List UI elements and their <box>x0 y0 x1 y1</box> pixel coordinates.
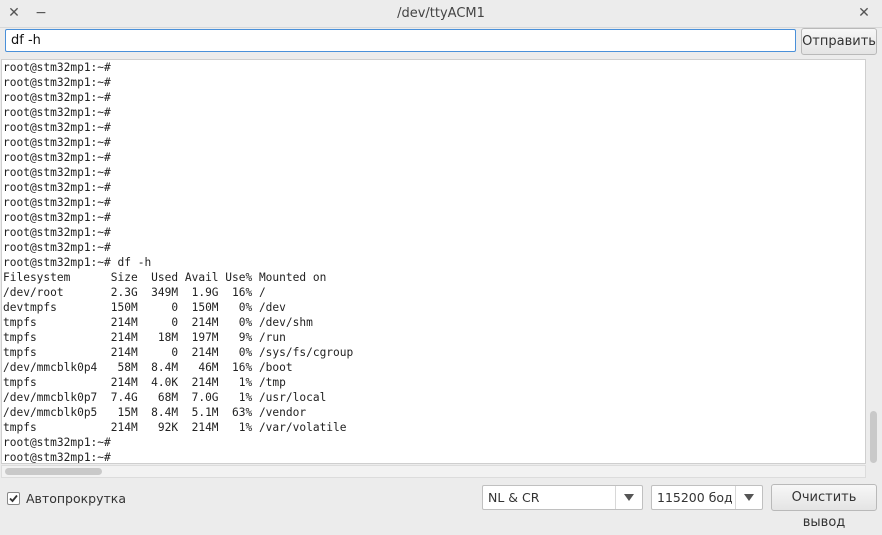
vertical-scroll-thumb[interactable] <box>870 411 877 463</box>
horizontal-scroll-thumb[interactable] <box>5 468 102 475</box>
output-line: /dev/mmcblk0p7 7.4G 68M 7.0G 1% /usr/loc… <box>3 391 327 404</box>
output-line: root@stm32mp1:~# <box>3 211 111 224</box>
output-lines: root@stm32mp1:~# root@stm32mp1:~# root@stm… <box>3 60 354 464</box>
title-bar: ✕ − /dev/ttyACM1 ✕ <box>0 0 882 28</box>
autoscroll-checkbox[interactable] <box>7 491 20 505</box>
autoscroll-toggle[interactable]: Автопрокрутка <box>7 488 126 508</box>
close-window-icon[interactable]: ✕ <box>855 4 873 22</box>
output-line: root@stm32mp1:~# <box>3 436 111 449</box>
checkmark-icon <box>9 494 18 502</box>
output-line: root@stm32mp1:~# <box>3 121 111 134</box>
autoscroll-label: Автопрокрутка <box>26 490 126 506</box>
vertical-scrollbar[interactable] <box>867 59 880 464</box>
output-line: root@stm32mp1:~# <box>3 196 111 209</box>
baud-rate-value: 115200 бод <box>657 490 733 505</box>
output-line: /dev/mmcblk0p5 15M 8.4M 5.1M 63% /vendor <box>3 406 307 419</box>
horizontal-scrollbar[interactable] <box>1 465 866 478</box>
output-line: tmpfs 214M 0 214M 0% /dev/shm <box>3 316 313 329</box>
line-ending-select[interactable]: NL & CR <box>482 485 643 510</box>
output-line: tmpfs 214M 18M 197M 9% /run <box>3 331 286 344</box>
output-line: tmpfs 214M 4.0K 214M 1% /tmp <box>3 376 286 389</box>
output-line: Filesystem Size Used Avail Use% Mounted … <box>3 271 327 284</box>
serial-output[interactable]: root@stm32mp1:~# root@stm32mp1:~# root@stm… <box>1 59 866 464</box>
output-line: root@stm32mp1:~# <box>3 151 111 164</box>
output-line: root@stm32mp1:~# <box>3 226 111 239</box>
output-line: root@stm32mp1:~# <box>3 181 111 194</box>
output-line: /dev/root 2.3G 349M 1.9G 16% / <box>3 286 266 299</box>
send-button[interactable]: Отправить <box>801 28 877 55</box>
output-line: /dev/mmcblk0p4 58M 8.4M 46M 16% /boot <box>3 361 293 374</box>
chevron-down-icon[interactable] <box>615 486 642 509</box>
output-line: root@stm32mp1:~# <box>3 451 111 464</box>
clear-output-button[interactable]: Очистить вывод <box>771 484 877 530</box>
chevron-down-icon[interactable] <box>735 486 762 509</box>
output-line: root@stm32mp1:~# <box>3 76 111 89</box>
output-line: root@stm32mp1:~# <box>3 61 111 74</box>
output-line: devtmpfs 150M 0 150M 0% /dev <box>3 301 286 314</box>
output-line: root@stm32mp1:~# <box>3 106 111 119</box>
output-line: root@stm32mp1:~# df -h <box>3 256 152 269</box>
window-title: /dev/ttyACM1 <box>397 6 485 21</box>
command-input[interactable]: df -h <box>5 29 796 52</box>
output-line: root@stm32mp1:~# <box>3 166 111 179</box>
output-line: root@stm32mp1:~# <box>3 91 111 104</box>
output-line: root@stm32mp1:~# <box>3 241 111 254</box>
output-line: tmpfs 214M 0 214M 0% /sys/fs/cgroup <box>3 346 354 359</box>
line-ending-value: NL & CR <box>488 490 540 505</box>
output-line: tmpfs 214M 92K 214M 1% /var/volatile <box>3 421 347 434</box>
baud-rate-select[interactable]: 115200 бод <box>651 485 763 510</box>
output-line: root@stm32mp1:~# <box>3 136 111 149</box>
